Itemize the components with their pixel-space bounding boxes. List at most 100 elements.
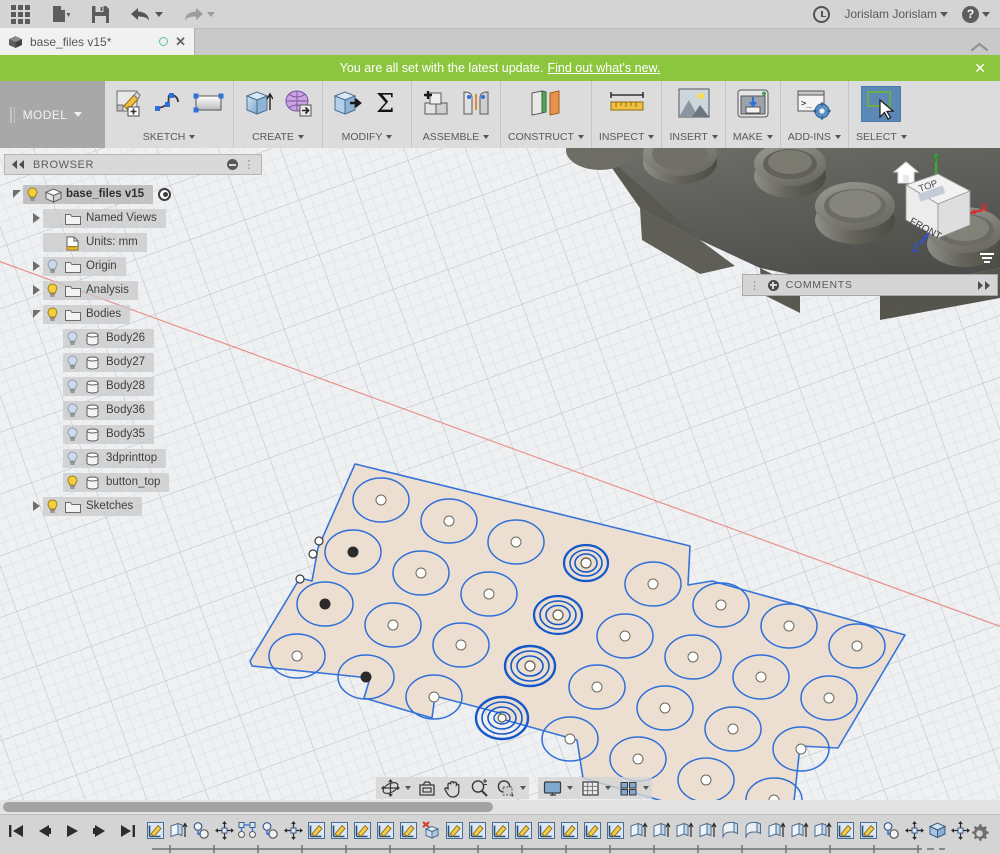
tree-item-named-views[interactable]: Named Views bbox=[4, 206, 262, 230]
horizontal-scrollbar[interactable] bbox=[0, 800, 1000, 814]
expand-arrow-icon[interactable] bbox=[30, 285, 43, 295]
zoom-icon[interactable] bbox=[468, 778, 491, 798]
redo-icon[interactable] bbox=[172, 1, 224, 27]
whats-new-link[interactable]: Find out what's new. bbox=[547, 61, 660, 75]
visibility-bulb-icon[interactable] bbox=[66, 330, 79, 346]
display-caret[interactable] bbox=[567, 786, 573, 790]
timeline-feature-32[interactable] bbox=[880, 818, 902, 842]
timeline-feature-3[interactable] bbox=[213, 818, 235, 842]
timeline-feature-21[interactable] bbox=[627, 818, 649, 842]
ribbon-label-assemble[interactable]: ASSEMBLE bbox=[423, 131, 490, 143]
save-icon[interactable] bbox=[80, 1, 120, 27]
view-cube[interactable]: Y Z X TOP FRONT bbox=[876, 150, 996, 268]
visibility-bulb-icon[interactable] bbox=[46, 258, 59, 274]
help-icon[interactable]: ? bbox=[962, 5, 979, 23]
undo-icon[interactable] bbox=[120, 1, 172, 27]
skip-end-icon[interactable] bbox=[118, 821, 138, 841]
timeline-feature-0[interactable] bbox=[144, 818, 166, 842]
sigma-icon[interactable]: Σ bbox=[370, 86, 404, 120]
user-dropdown-caret[interactable] bbox=[940, 11, 948, 17]
redo-dropdown-caret[interactable] bbox=[206, 11, 215, 17]
3d-print-icon[interactable] bbox=[733, 86, 773, 122]
viewports-caret[interactable] bbox=[643, 786, 649, 790]
ribbon-label-insert[interactable]: INSERT bbox=[669, 131, 718, 143]
visibility-bulb-icon[interactable] bbox=[66, 378, 79, 394]
timeline-feature-35[interactable] bbox=[949, 818, 971, 842]
offset-plane-icon[interactable] bbox=[524, 86, 568, 120]
chevron-up-icon[interactable] bbox=[971, 42, 988, 52]
timeline-feature-14[interactable] bbox=[466, 818, 488, 842]
timeline-feature-24[interactable] bbox=[696, 818, 718, 842]
timeline-feature-2[interactable] bbox=[190, 818, 212, 842]
timeline-feature-8[interactable] bbox=[328, 818, 350, 842]
tree-item-body28[interactable]: Body28 bbox=[4, 374, 262, 398]
visibility-bulb-icon[interactable] bbox=[26, 186, 39, 202]
visibility-bulb-icon[interactable] bbox=[46, 498, 59, 514]
ribbon-label-sketch[interactable]: SKETCH bbox=[143, 131, 196, 143]
rectangle-icon[interactable] bbox=[192, 86, 226, 120]
timeline-feature-20[interactable] bbox=[604, 818, 626, 842]
timeline-feature-27[interactable] bbox=[765, 818, 787, 842]
tree-item-body35[interactable]: Body35 bbox=[4, 422, 262, 446]
timeline-feature-29[interactable] bbox=[811, 818, 833, 842]
timeline-feature-22[interactable] bbox=[650, 818, 672, 842]
activate-component-radio[interactable] bbox=[158, 187, 172, 201]
expand-arrow-icon[interactable] bbox=[30, 261, 43, 271]
gear-icon[interactable] bbox=[969, 823, 990, 844]
scripts-addins-icon[interactable]: >_ bbox=[794, 86, 834, 122]
timeline-feature-9[interactable] bbox=[351, 818, 373, 842]
timeline-feature-28[interactable] bbox=[788, 818, 810, 842]
minus-circle-icon[interactable] bbox=[227, 159, 239, 170]
app-grid-icon[interactable] bbox=[0, 1, 40, 27]
tree-item-body27[interactable]: Body27 bbox=[4, 350, 262, 374]
create-sketch-icon[interactable] bbox=[112, 86, 146, 120]
timeline-feature-19[interactable] bbox=[581, 818, 603, 842]
plus-circle-icon[interactable] bbox=[767, 279, 779, 291]
collapse-arrow-icon[interactable] bbox=[10, 190, 23, 198]
viewports-icon[interactable] bbox=[617, 778, 640, 798]
workspace-selector[interactable]: MODEL bbox=[0, 81, 105, 148]
timeline-feature-15[interactable] bbox=[489, 818, 511, 842]
collapse-arrow-icon[interactable] bbox=[30, 310, 43, 318]
help-menu[interactable]: ? bbox=[962, 5, 990, 23]
ribbon-label-make[interactable]: MAKE bbox=[733, 131, 773, 143]
scrollbar-thumb[interactable] bbox=[3, 802, 493, 812]
workspace-caret[interactable] bbox=[74, 112, 83, 117]
visibility-bulb-icon[interactable] bbox=[46, 306, 59, 322]
timeline-feature-10[interactable] bbox=[374, 818, 396, 842]
timeline-feature-30[interactable] bbox=[834, 818, 856, 842]
spline-icon[interactable] bbox=[152, 86, 186, 120]
timeline-feature-11[interactable] bbox=[397, 818, 419, 842]
display-settings-icon[interactable] bbox=[541, 778, 564, 798]
clock-history-icon[interactable] bbox=[813, 5, 831, 23]
notification-close-icon[interactable]: ✕ bbox=[974, 60, 986, 77]
timeline-feature-31[interactable] bbox=[857, 818, 879, 842]
play-icon[interactable] bbox=[62, 821, 82, 841]
extrude-icon[interactable] bbox=[241, 86, 275, 120]
timeline-feature-26[interactable] bbox=[742, 818, 764, 842]
timeline-feature-17[interactable] bbox=[535, 818, 557, 842]
timeline-feature-23[interactable] bbox=[673, 818, 695, 842]
tree-item-units-mm[interactable]: Units: mm bbox=[4, 230, 262, 254]
zoom-window-icon[interactable] bbox=[494, 778, 517, 798]
user-menu[interactable]: Jorislam Jorislam bbox=[844, 7, 948, 21]
visibility-bulb-icon[interactable] bbox=[66, 354, 79, 370]
visibility-bulb-icon[interactable] bbox=[66, 450, 79, 466]
timeline-feature-34[interactable] bbox=[926, 818, 948, 842]
visibility-bulb-icon[interactable] bbox=[46, 282, 59, 298]
document-tab[interactable]: base_files v15* ✕ bbox=[0, 28, 195, 55]
ribbon-label-select[interactable]: SELECT bbox=[856, 131, 907, 143]
timeline-feature-25[interactable] bbox=[719, 818, 741, 842]
tree-item-origin[interactable]: Origin bbox=[4, 254, 262, 278]
visibility-bulb-icon[interactable] bbox=[66, 426, 79, 442]
visibility-bulb-icon[interactable] bbox=[66, 402, 79, 418]
timeline-feature-18[interactable] bbox=[558, 818, 580, 842]
select-window-icon[interactable] bbox=[861, 86, 902, 122]
tree-item-body26[interactable]: Body26 bbox=[4, 326, 262, 350]
timeline-feature-5[interactable] bbox=[259, 818, 281, 842]
undo-dropdown-caret[interactable] bbox=[154, 11, 163, 17]
insert-image-icon[interactable] bbox=[674, 86, 714, 122]
measure-icon[interactable] bbox=[605, 86, 649, 120]
ribbon-label-addins[interactable]: ADD-INS bbox=[788, 131, 841, 143]
ribbon-label-create[interactable]: CREATE bbox=[252, 131, 304, 143]
